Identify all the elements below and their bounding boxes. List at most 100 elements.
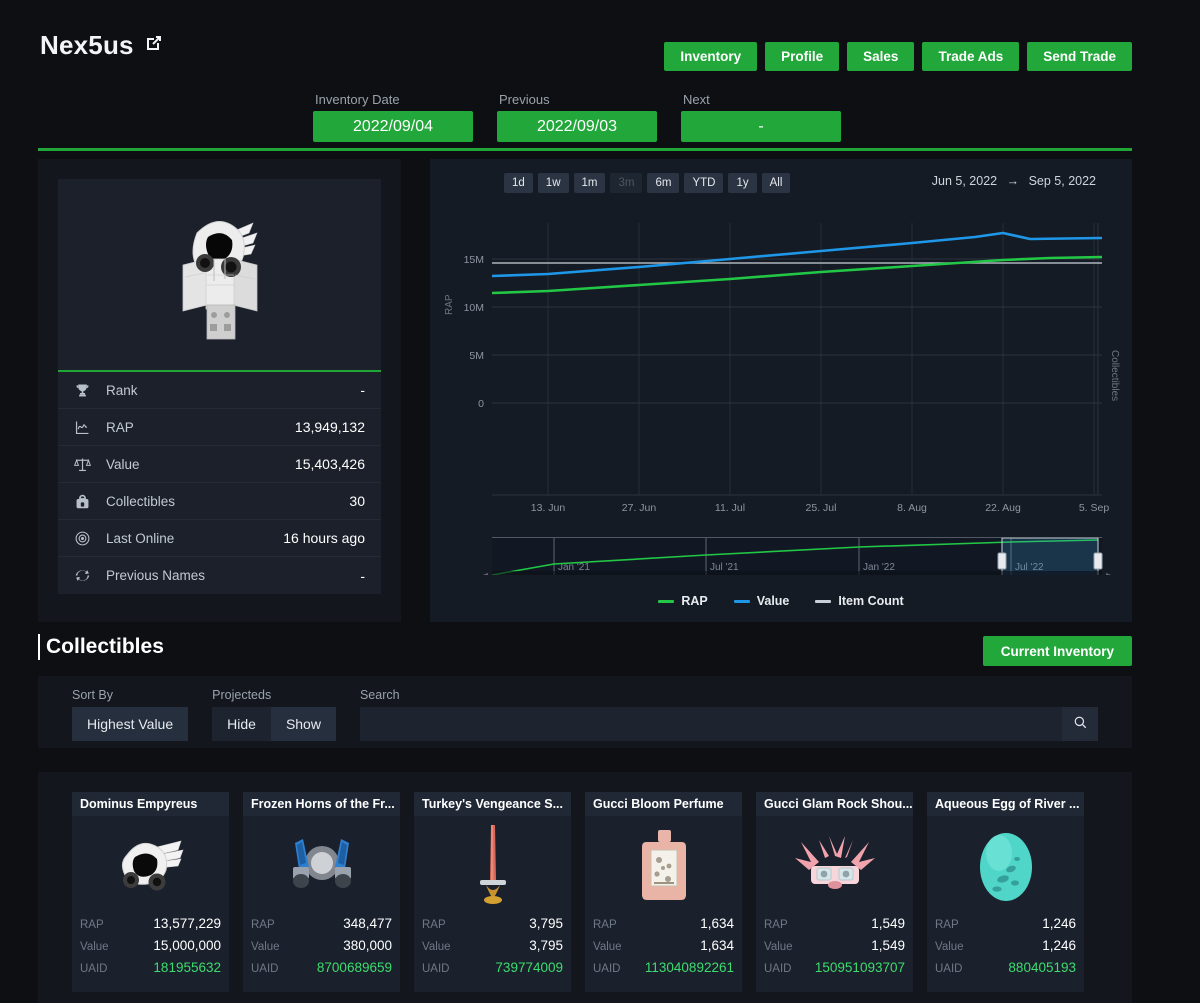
projecteds-hide-button[interactable]: Hide: [212, 707, 271, 741]
card-stat-uaid: UAID 739774009: [422, 960, 563, 982]
card-thumbnail: [756, 816, 913, 912]
projecteds-control: Hide Show: [212, 707, 336, 741]
collectible-card[interactable]: Dominus Empyreus RAP 13,577,229 Value 15…: [72, 792, 229, 992]
card-stat-rap: RAP 13,577,229: [80, 916, 221, 938]
scales-icon: [74, 456, 100, 473]
range-button-1w[interactable]: 1w: [537, 173, 569, 193]
previous-date-button[interactable]: 2022/09/03: [497, 111, 657, 142]
chart-canvas[interactable]: 15M 10M 5M 0 RAP Collectibles 13. Jun 27…: [430, 195, 1132, 575]
collectibles-header: Collectibles Current Inventory: [38, 634, 1132, 670]
card-uaid-value[interactable]: 880405193: [1008, 960, 1076, 975]
y-tick-10m: 10M: [464, 302, 484, 314]
legend-item-rap[interactable]: RAP: [658, 594, 708, 608]
current-inventory-button[interactable]: Current Inventory: [982, 636, 1132, 666]
navigator-scroll-left-icon[interactable]: [480, 573, 488, 575]
search-button[interactable]: [1062, 707, 1098, 741]
nav-button-send-trade[interactable]: Send Trade: [1027, 42, 1132, 71]
card-uaid-label: UAID: [80, 963, 108, 975]
nav-button-trade-ads[interactable]: Trade Ads: [922, 42, 1020, 71]
card-uaid-value[interactable]: 113040892261: [645, 960, 734, 975]
card-uaid-value[interactable]: 739774009: [495, 960, 563, 975]
projecteds-group: Projecteds Hide Show: [212, 688, 336, 741]
card-rap-label: RAP: [251, 919, 275, 931]
search-input[interactable]: [359, 707, 1062, 741]
card-stat-value: Value 1,246: [935, 938, 1076, 960]
card-rap-value: 1,246: [1042, 916, 1076, 931]
y-axis-title: RAP: [444, 294, 455, 315]
range-button-1y[interactable]: 1y: [728, 173, 757, 193]
collectible-card[interactable]: Frozen Horns of the Fr... RAP 348,477 Va…: [243, 792, 400, 992]
legend-label-value: Value: [756, 594, 790, 608]
previous-date-label: Previous: [499, 92, 550, 107]
nav-button-sales[interactable]: Sales: [847, 42, 915, 71]
card-rap-value: 1,549: [871, 916, 905, 931]
navigator-scroll-right-icon[interactable]: [1106, 573, 1114, 575]
card-uaid-label: UAID: [422, 963, 450, 975]
card-thumbnail: [72, 816, 229, 912]
range-button-all[interactable]: All: [761, 173, 791, 193]
profile-panel: Rank - RAP 13,949,132 Value 15,403,426 C…: [38, 159, 401, 622]
card-value-label: Value: [764, 941, 793, 953]
x-tick-3: 25. Jul: [806, 502, 837, 514]
panels-row: Rank - RAP 13,949,132 Value 15,403,426 C…: [38, 159, 1132, 622]
nav-button-profile[interactable]: Profile: [765, 42, 840, 71]
stat-row-collectibles: Collectibles 30: [58, 483, 381, 520]
navigator-handle-left[interactable]: [997, 552, 1007, 570]
card-rap-label: RAP: [80, 919, 104, 931]
stat-row-value: Value 15,403,426: [58, 446, 381, 483]
stat-value-rap: 13,949,132: [294, 419, 365, 435]
card-stats: RAP 1,634 Value 1,634 UAID 113040892261: [585, 912, 742, 992]
card-uaid-value[interactable]: 181955632: [153, 960, 221, 975]
card-stat-rap: RAP 1,549: [764, 916, 905, 938]
card-stat-rap: RAP 3,795: [422, 916, 563, 938]
y-tick-5m: 5M: [469, 350, 484, 362]
range-button-1d[interactable]: 1d: [504, 173, 533, 193]
range-start-date[interactable]: Jun 5, 2022: [932, 174, 997, 188]
card-stats: RAP 1,246 Value 1,246 UAID 880405193: [927, 912, 1084, 992]
card-stat-value: Value 3,795: [422, 938, 563, 960]
card-uaid-value[interactable]: 8700689659: [317, 960, 392, 975]
stat-row-last-online: Last Online 16 hours ago: [58, 520, 381, 557]
collectible-card[interactable]: Gucci Glam Rock Shou... RAP 1,549 Value …: [756, 792, 913, 992]
search-label: Search: [359, 688, 400, 702]
collectible-card[interactable]: Aqueous Egg of River ... RAP 1,246 Value…: [927, 792, 1084, 992]
card-value-label: Value: [422, 941, 451, 953]
legend-item-value[interactable]: Value: [733, 594, 790, 608]
legend-item-item-count[interactable]: Item Count: [815, 594, 904, 608]
frozen-horns-icon: [292, 839, 351, 888]
card-stat-rap: RAP 348,477: [251, 916, 392, 938]
stat-row-previous-names: Previous Names -: [58, 557, 381, 594]
card-stat-value: Value 1,549: [764, 938, 905, 960]
collectible-card[interactable]: Gucci Bloom Perfume RAP 1,634 Value 1,63…: [585, 792, 742, 992]
range-button-6m[interactable]: 6m: [647, 173, 680, 193]
trophy-icon: [74, 382, 100, 399]
aqueous-egg-icon: [979, 833, 1032, 901]
next-date-button[interactable]: -: [681, 111, 841, 142]
card-uaid-label: UAID: [251, 963, 279, 975]
sort-by-button[interactable]: Highest Value: [72, 707, 189, 741]
inventory-date-label: Inventory Date: [315, 92, 400, 107]
inventory-date-button[interactable]: 2022/09/04: [313, 111, 473, 142]
range-end-date[interactable]: Sep 5, 2022: [1029, 174, 1096, 188]
stat-label-value: Value: [106, 456, 140, 472]
card-stat-value: Value 380,000: [251, 938, 392, 960]
search-icon: [1073, 715, 1088, 733]
main-nav: Inventory Profile Sales Trade Ads Send T…: [664, 42, 1132, 71]
navigator-handle-right[interactable]: [1093, 552, 1103, 570]
chart-panel: 1d 1w 1m 3m 6m YTD 1y All Jun 5, 2022 → …: [430, 159, 1132, 622]
projecteds-show-button[interactable]: Show: [270, 707, 336, 741]
card-value-value: 1,634: [700, 938, 734, 953]
avatar-accent-line: [58, 370, 381, 372]
nav-button-inventory[interactable]: Inventory: [664, 42, 758, 71]
external-link-icon[interactable]: [144, 33, 164, 58]
x-tick-6: 5. Sep: [1079, 502, 1110, 514]
y-tick-0: 0: [478, 398, 484, 410]
card-stats: RAP 3,795 Value 3,795 UAID 739774009: [414, 912, 571, 992]
page-title: Nex5us: [40, 30, 134, 60]
collectible-card[interactable]: Turkey's Vengeance S... RAP 3,795 Value …: [414, 792, 571, 992]
range-button-1m[interactable]: 1m: [573, 173, 606, 193]
card-uaid-value[interactable]: 150951093707: [815, 960, 905, 975]
stat-row-rank: Rank -: [58, 372, 381, 409]
range-button-ytd[interactable]: YTD: [684, 173, 724, 193]
chart-navigator[interactable]: Jan '21 Jul '21 Jan '22 Jul '22: [480, 537, 1114, 575]
